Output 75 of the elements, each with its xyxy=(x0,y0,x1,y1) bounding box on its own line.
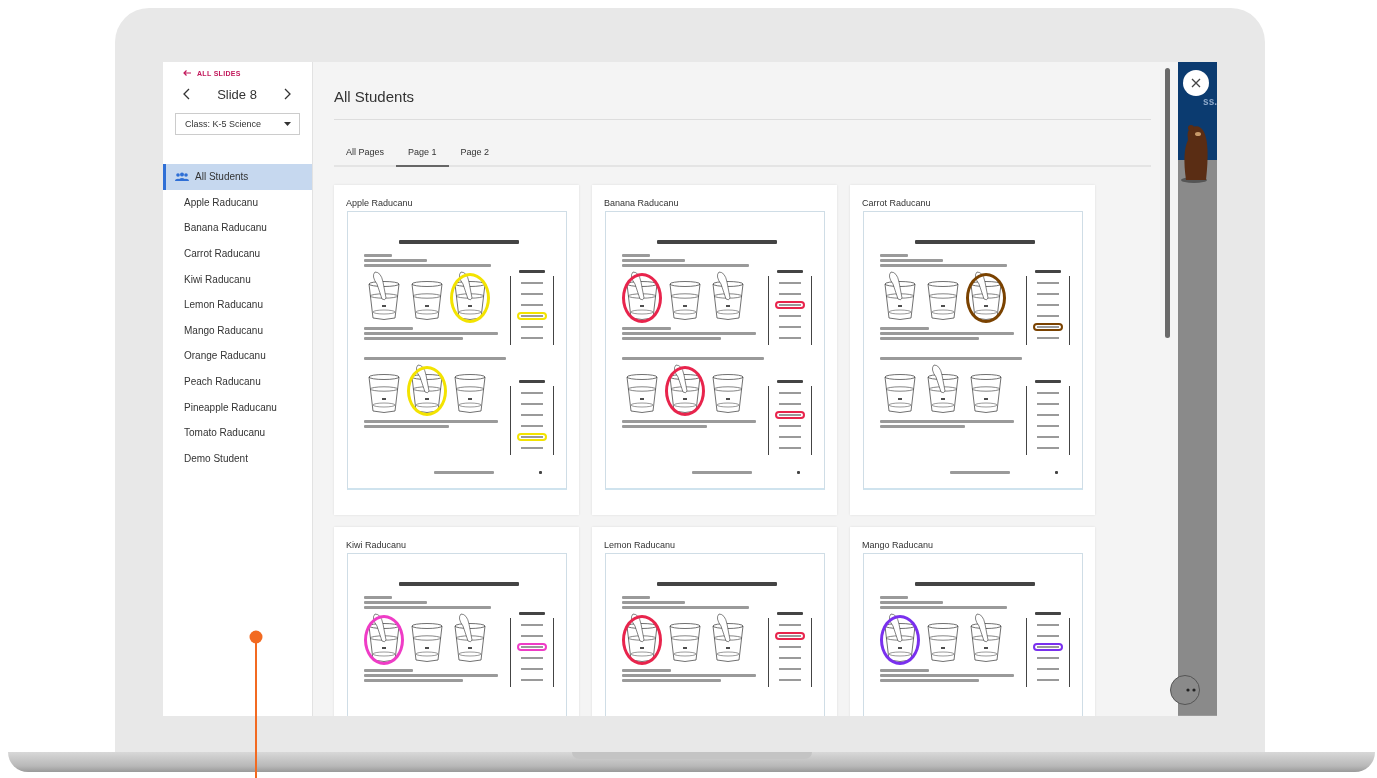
text-line xyxy=(879,669,930,672)
footer-line xyxy=(691,471,752,474)
text-line xyxy=(621,596,650,599)
banner-text: ss. xyxy=(1203,96,1217,108)
page-number-mark xyxy=(1054,471,1058,474)
slide-title: Slide 8 xyxy=(217,86,257,102)
student-name: Kiwi Raducanu xyxy=(346,540,408,550)
footer-line xyxy=(433,471,494,474)
student-list-item[interactable]: Banana Raducanu xyxy=(163,215,312,241)
student-card[interactable]: Apple Raducanu xyxy=(334,185,579,515)
text-line xyxy=(363,601,428,604)
class-dropdown[interactable]: Class: K-5 Science xyxy=(175,113,300,135)
text-line xyxy=(621,254,650,257)
student-list-item[interactable]: Carrot Raducanu xyxy=(163,240,312,267)
chevron-left-icon xyxy=(183,88,190,100)
student-name: Banana Raducanu xyxy=(604,198,680,208)
text-line xyxy=(363,327,414,330)
student-card[interactable]: Banana Raducanu xyxy=(592,185,837,515)
text-line xyxy=(621,259,686,262)
text-line xyxy=(621,669,672,672)
text-line xyxy=(879,327,930,330)
text-line xyxy=(621,601,686,604)
text-line xyxy=(879,601,944,604)
scale-heading-line xyxy=(1034,612,1061,615)
page-number-mark xyxy=(538,471,542,474)
scale-heading-line xyxy=(518,612,545,615)
page-title: All Students xyxy=(334,62,1151,120)
student-name: Mango Raducanu xyxy=(862,540,935,550)
student-name: Apple Raducanu xyxy=(346,198,414,208)
text-line xyxy=(363,596,392,599)
people-icon xyxy=(175,172,189,182)
scale-heading-line xyxy=(1034,270,1061,273)
student-list-item[interactable]: Lemon Raducanu xyxy=(163,291,312,318)
text-line xyxy=(363,259,428,262)
scale-heading-line xyxy=(776,270,803,273)
student-card[interactable]: Kiwi Raducanu xyxy=(334,527,579,716)
back-arrow-icon xyxy=(182,69,192,77)
scale-heading-line xyxy=(518,380,545,383)
page-tab[interactable]: Page 1 xyxy=(396,139,449,167)
student-card[interactable]: Carrot Raducanu xyxy=(850,185,1095,515)
caret-down-icon xyxy=(284,122,291,126)
more-icon xyxy=(1186,688,1196,692)
text-line xyxy=(363,254,392,257)
text-line xyxy=(363,669,414,672)
text-line xyxy=(879,596,908,599)
page-number-mark xyxy=(796,471,800,474)
scale-heading-line xyxy=(518,270,545,273)
student-list-item[interactable]: Tomato Raducanu xyxy=(163,419,312,446)
close-icon xyxy=(1191,78,1201,88)
student-name: Carrot Raducanu xyxy=(862,198,932,208)
next-slide-button[interactable] xyxy=(282,86,293,102)
scale-heading-line xyxy=(776,380,803,383)
text-line xyxy=(879,254,908,257)
student-list-item[interactable]: Demo Student xyxy=(163,445,312,472)
student-list-item[interactable]: Kiwi Raducanu xyxy=(163,266,312,292)
scale-heading-line xyxy=(1034,380,1061,383)
student-list-item[interactable]: Mango Raducanu xyxy=(163,317,312,344)
more-options-button[interactable] xyxy=(1170,675,1200,705)
chevron-right-icon xyxy=(284,88,291,100)
student-list-item[interactable]: Pineapple Raducanu xyxy=(163,394,312,420)
student-list-item[interactable]: Orange Raducanu xyxy=(163,343,312,369)
page-tab[interactable]: All Pages xyxy=(334,139,397,167)
page-tab[interactable]: Page 2 xyxy=(448,139,502,167)
student-list-item[interactable]: All Students xyxy=(163,164,312,190)
student-card[interactable]: Lemon Raducanu xyxy=(592,527,837,716)
scale-heading-line xyxy=(776,612,803,615)
student-list-item[interactable]: Peach Raducanu xyxy=(163,368,312,395)
text-line xyxy=(879,259,944,262)
previous-slide-button[interactable] xyxy=(181,86,192,102)
footer-line xyxy=(949,471,1010,474)
student-list-item[interactable]: Apple Raducanu xyxy=(163,189,312,216)
student-card[interactable]: Mango Raducanu xyxy=(850,527,1095,716)
scrollbar[interactable] xyxy=(1165,68,1170,338)
student-name: Lemon Raducanu xyxy=(604,540,677,550)
text-line xyxy=(621,327,672,330)
